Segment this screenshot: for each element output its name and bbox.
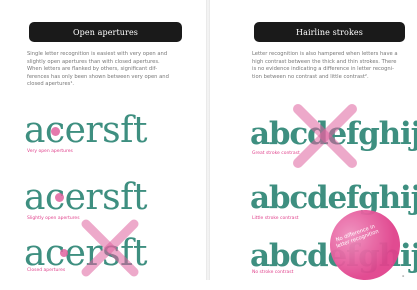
caption-little-contrast: Little stroke contrast — [252, 216, 299, 221]
specimen-very-open: acersft — [24, 110, 147, 151]
page-folio: ▪ — [402, 274, 405, 278]
badge-text: No difference in letter recognition — [335, 223, 380, 250]
specimen-slightly-open: acersft — [24, 177, 147, 218]
caption-no-contrast: No stroke contrast — [252, 270, 294, 275]
right-page: Hairline strokes Letter recognition is a… — [210, 0, 417, 290]
caption-closed: Closed apertures — [27, 268, 66, 273]
aperture-marker — [60, 249, 68, 257]
specimen-great-contrast: abcdefghij — [250, 116, 417, 152]
right-page-body: Letter recognition is also hampered when… — [252, 51, 398, 80]
aperture-marker — [55, 193, 64, 202]
caption-slightly-open: Slightly open apertures — [27, 216, 80, 221]
left-page: Open apertures Single letter recognition… — [0, 0, 207, 280]
left-page-title: Open apertures — [29, 22, 182, 42]
caption-very-open: Very open apertures — [27, 149, 73, 154]
aperture-marker — [51, 127, 60, 136]
specimen-little-contrast: abcdefghij — [250, 180, 417, 216]
right-page-title: Hairline strokes — [254, 22, 405, 42]
caption-great-contrast: Great stroke contrast — [252, 151, 300, 156]
specimen-closed: acersft — [24, 233, 147, 274]
left-page-body: Single letter recognition is easiest wit… — [27, 51, 169, 88]
book-spread: Open apertures Single letter recognition… — [0, 0, 417, 290]
